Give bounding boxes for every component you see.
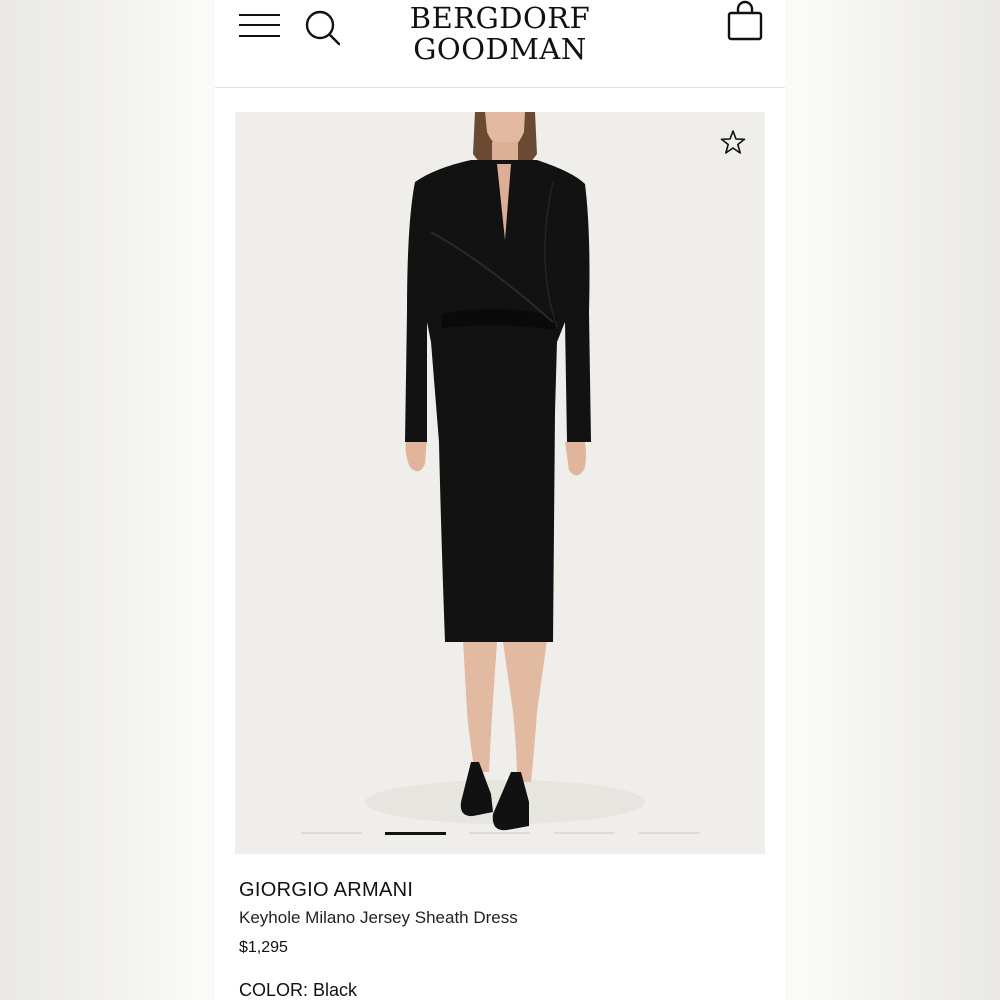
star-outline-icon: [720, 130, 746, 154]
search-button[interactable]: [303, 8, 343, 48]
shopping-bag-icon: [727, 0, 763, 41]
color-selector: COLOR: Black: [239, 979, 759, 1000]
search-icon: [305, 10, 341, 46]
gallery-dot[interactable]: [554, 832, 615, 834]
shopping-bag-button[interactable]: [725, 0, 765, 44]
product-image-gallery[interactable]: [235, 112, 765, 854]
mobile-page: BERGDORF GOODMAN GIORGIO ARMANI Keyhole …: [215, 0, 785, 1000]
gallery-pagination: [301, 832, 701, 836]
logo-line-2: GOODMAN: [413, 32, 587, 66]
gallery-dot[interactable]: [301, 832, 362, 834]
product-info: GIORGIO ARMANI Keyhole Milano Jersey She…: [239, 878, 759, 1000]
favorite-button[interactable]: [719, 128, 747, 156]
site-header: BERGDORF GOODMAN: [215, 0, 785, 88]
hamburger-line: [239, 24, 280, 26]
color-label: COLOR:: [239, 980, 309, 1000]
product-price: $1,295: [239, 939, 288, 956]
hamburger-line: [239, 35, 280, 37]
product-photo: [365, 112, 645, 831]
color-value: Black: [313, 980, 358, 1000]
product-name: Keyhole Milano Jersey Sheath Dress: [239, 908, 518, 927]
store-logo[interactable]: BERGDORF GOODMAN: [395, 3, 605, 65]
menu-button[interactable]: [239, 12, 281, 40]
gallery-dot-active[interactable]: [385, 832, 446, 835]
gallery-dot[interactable]: [469, 832, 530, 834]
logo-line-1: BERGDORF: [409, 1, 591, 35]
gallery-dot[interactable]: [639, 832, 700, 834]
hamburger-icon: [239, 14, 280, 16]
product-brand[interactable]: GIORGIO ARMANI: [239, 878, 759, 902]
